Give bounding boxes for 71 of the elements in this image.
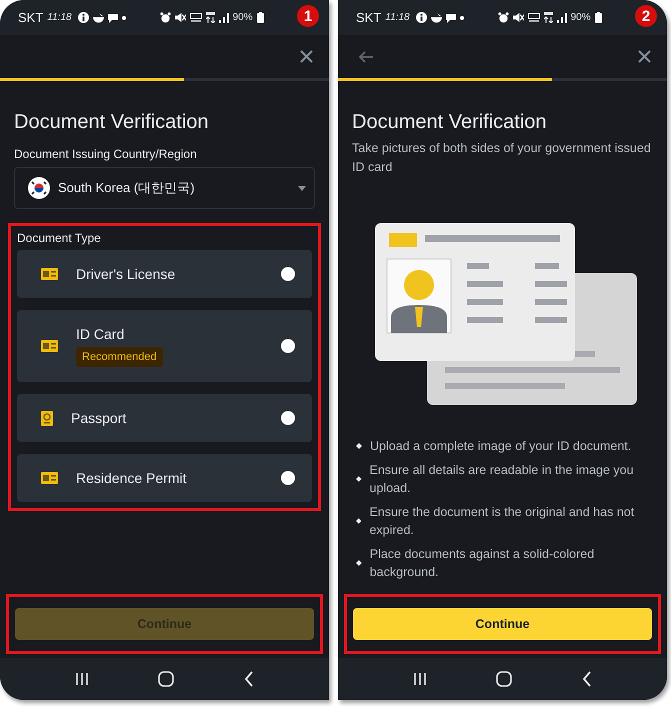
page-title: Document Verification: [352, 110, 548, 135]
chat-icon: [446, 12, 456, 22]
recent-apps-icon[interactable]: [412, 672, 427, 686]
id-card-icon: [41, 472, 58, 484]
clock-text: 11:18: [385, 12, 410, 23]
option-label: Residence Permit: [76, 470, 186, 486]
tip-text: Ensure all details are readable in the image you upload.: [370, 462, 635, 497]
bowl-icon: [92, 12, 104, 22]
bullet-icon: [356, 518, 362, 524]
bullet-icon: [356, 560, 362, 566]
info-icon: [416, 12, 427, 23]
tip-text: Upload a complete image of your ID document.: [370, 438, 632, 455]
page-title: Document Verification: [14, 110, 210, 135]
instruction-text: Take pictures of both sides of your government issued ID card: [352, 140, 652, 176]
bullet-icon: [356, 443, 362, 449]
signal-icon: [556, 12, 567, 23]
alarm-icon: [498, 12, 509, 23]
volte-icon: [528, 12, 540, 22]
radio-button[interactable]: [281, 411, 295, 425]
alarm-icon: [160, 12, 171, 23]
back-arrow-icon[interactable]: [358, 50, 374, 62]
bowl-icon: [430, 12, 442, 22]
info-icon: [78, 12, 89, 23]
tip-text: Ensure the document is the original and has not expired.: [369, 504, 636, 539]
recommended-tag: Recommended: [76, 346, 163, 366]
radio-button[interactable]: [281, 339, 295, 353]
carrier-text: SKT: [356, 10, 382, 25]
radio-button[interactable]: [281, 267, 295, 281]
flag-icon: [28, 177, 50, 199]
data-arrows-icon: [544, 12, 553, 23]
battery-icon: [256, 12, 264, 23]
document-option[interactable]: ID Card Recommended: [17, 310, 312, 382]
data-arrows-icon: [206, 12, 215, 23]
back-icon[interactable]: [582, 671, 592, 687]
document-option[interactable]: Passport: [17, 394, 312, 442]
back-icon[interactable]: [244, 671, 254, 687]
chat-icon: [108, 12, 118, 22]
step-badge: 2: [635, 5, 657, 27]
section-label: Document Type: [17, 231, 102, 245]
recent-apps-icon[interactable]: [74, 672, 89, 686]
close-icon[interactable]: [300, 50, 313, 63]
id-card-icon: [41, 268, 58, 280]
dot-icon: [460, 16, 464, 20]
continue-button[interactable]: Continue: [353, 608, 652, 640]
option-label: Passport: [71, 410, 126, 426]
step-badge: 1: [297, 5, 319, 27]
battery-percent-text: 90%: [570, 12, 591, 23]
caret-icon: [298, 186, 306, 190]
dot-icon: [122, 16, 126, 20]
passport-icon: [41, 410, 53, 426]
carrier-text: SKT: [18, 10, 44, 25]
close-icon[interactable]: [638, 50, 651, 63]
document-option[interactable]: Driver's License: [17, 250, 312, 298]
bullet-icon: [356, 476, 362, 482]
field-label: Document Issuing Country/Region: [14, 147, 198, 161]
country-select[interactable]: South Korea (대한민국): [14, 167, 315, 209]
tip-text: Place documents against a solid-colored background.: [370, 546, 596, 581]
volte-icon: [190, 12, 202, 22]
document-option[interactable]: Residence Permit: [17, 454, 312, 502]
signal-icon: [218, 12, 229, 23]
home-icon[interactable]: [158, 671, 174, 687]
battery-percent-text: 90%: [232, 12, 253, 23]
mute-icon: [512, 12, 524, 23]
id-card-icon: [41, 340, 58, 352]
battery-icon: [594, 12, 602, 23]
option-label: ID Card: [76, 326, 124, 342]
option-label: Driver's License: [76, 266, 176, 282]
mute-icon: [174, 12, 186, 23]
clock-text: 11:18: [47, 12, 72, 23]
home-icon[interactable]: [496, 671, 512, 687]
radio-button[interactable]: [281, 471, 295, 485]
